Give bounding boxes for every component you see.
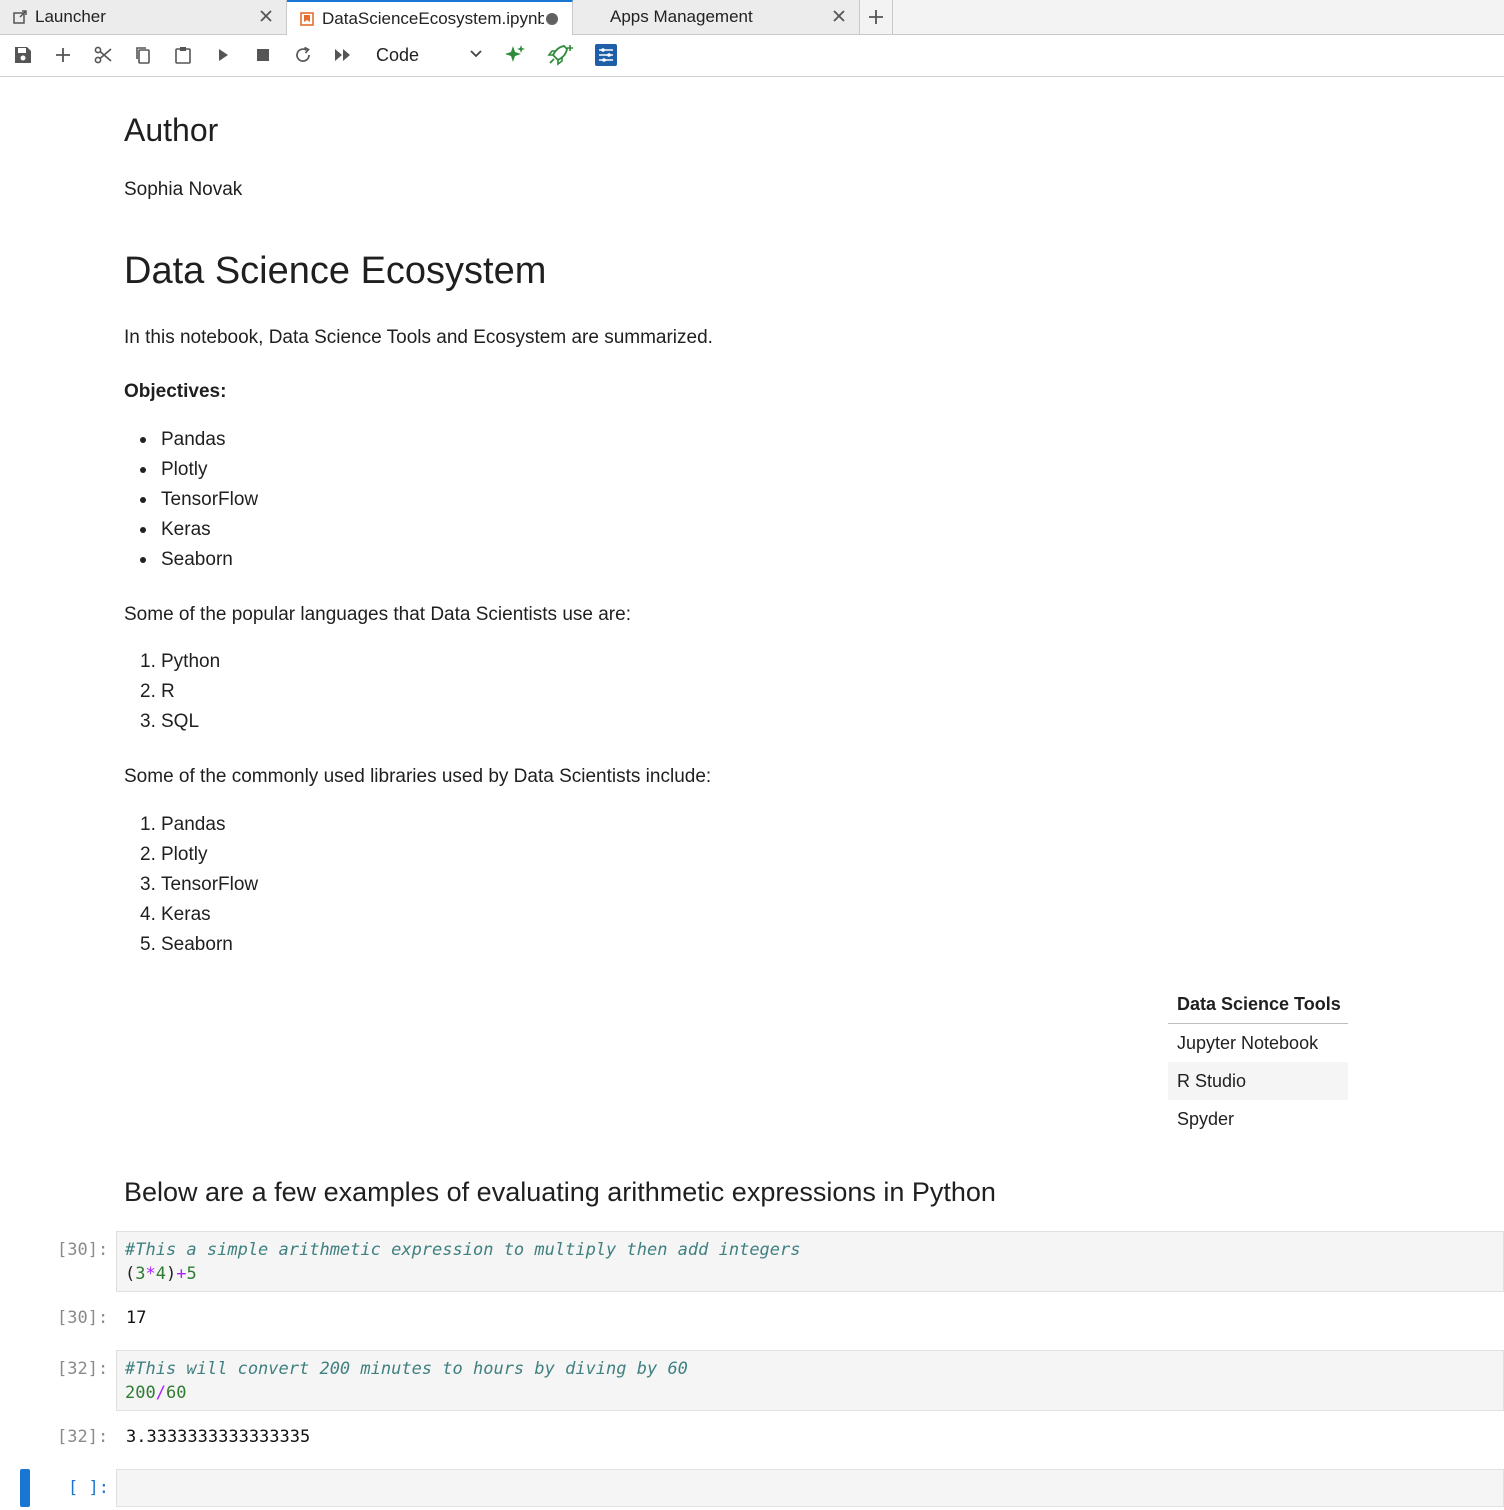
interrupt-button[interactable] bbox=[252, 44, 274, 66]
libraries-intro: Some of the commonly used libraries used… bbox=[124, 766, 712, 787]
table-row: R Studio bbox=[1168, 1062, 1348, 1100]
tab-label: Apps Management bbox=[610, 7, 753, 26]
code-line: 200/60 bbox=[125, 1383, 187, 1403]
cell-output: 17 bbox=[126, 1308, 147, 1328]
copy-button[interactable] bbox=[132, 44, 154, 66]
code-comment: #This a simple arithmetic expression to … bbox=[125, 1240, 801, 1260]
property-inspector-button[interactable] bbox=[595, 44, 617, 66]
objectives-label: Objectives: bbox=[124, 381, 227, 402]
code-cell-editor[interactable]: #This a simple arithmetic expression to … bbox=[116, 1231, 1504, 1292]
tab-launcher[interactable]: Launcher bbox=[0, 0, 287, 34]
notebook-toolbar: Code bbox=[0, 35, 1504, 77]
arithmetic-heading: Below are a few examples of evaluating a… bbox=[124, 1177, 996, 1207]
cell-type-select[interactable]: Code bbox=[376, 44, 486, 66]
external-link-icon bbox=[13, 10, 27, 24]
stop-icon bbox=[257, 49, 269, 61]
unsaved-dot-icon[interactable] bbox=[546, 13, 558, 25]
close-icon[interactable] bbox=[831, 8, 847, 24]
code-comment: #This will convert 200 minutes to hours … bbox=[125, 1359, 688, 1379]
cell-type-value: Code bbox=[376, 44, 420, 65]
languages-intro: Some of the popular languages that Data … bbox=[124, 604, 631, 625]
save-button[interactable] bbox=[12, 44, 34, 66]
table-row: Jupyter Notebook bbox=[1177, 1033, 1319, 1053]
close-icon[interactable] bbox=[258, 8, 274, 24]
scissors-icon bbox=[94, 46, 112, 64]
author-name: Sophia Novak bbox=[124, 179, 243, 200]
refresh-icon bbox=[296, 46, 310, 62]
table-row: Spyder bbox=[1177, 1109, 1235, 1129]
tools-table: Data Science Tools Jupyter Notebook R St… bbox=[1168, 985, 1348, 1138]
active-cell-indicator bbox=[20, 1469, 30, 1507]
fast-forward-icon bbox=[335, 49, 350, 61]
copy-icon bbox=[136, 47, 150, 64]
plus-icon bbox=[56, 48, 70, 62]
run-all-button[interactable] bbox=[332, 44, 354, 66]
paste-button[interactable] bbox=[172, 44, 194, 66]
run-button[interactable] bbox=[212, 44, 234, 66]
restart-button[interactable] bbox=[292, 44, 314, 66]
sparkle-icon bbox=[505, 45, 525, 62]
save-icon bbox=[15, 47, 31, 63]
notebook-title: Data Science Ecosystem bbox=[124, 250, 547, 292]
chevron-down-icon bbox=[470, 50, 482, 58]
intro-text: In this notebook, Data Science Tools and… bbox=[124, 327, 713, 348]
notebook-icon bbox=[300, 11, 314, 26]
tab-notebook[interactable]: DataScienceEcosystem.ipynb bbox=[287, 0, 573, 35]
code-line: (3*4)+5 bbox=[125, 1264, 197, 1284]
ai-assistant-button[interactable] bbox=[504, 44, 526, 66]
cell-output: 3.3333333333333335 bbox=[126, 1427, 311, 1447]
settings-list-icon bbox=[595, 44, 617, 66]
tab-bar: Launcher DataScienceEcosystem.ipynb Apps… bbox=[0, 0, 1504, 35]
tab-label: DataScienceEcosystem.ipynb bbox=[322, 8, 544, 28]
tab-apps-management[interactable]: Apps Management bbox=[573, 0, 860, 34]
author-heading: Author bbox=[124, 112, 219, 148]
code-cell-editor[interactable]: #This will convert 200 minutes to hours … bbox=[116, 1350, 1504, 1411]
tab-label: Launcher bbox=[35, 7, 106, 26]
play-icon bbox=[219, 49, 228, 61]
input-prompt: [30]: bbox=[57, 1240, 109, 1260]
input-prompt: [32]: bbox=[57, 1359, 109, 1379]
input-prompt: [ ]: bbox=[68, 1478, 109, 1498]
output-prompt: [30]: bbox=[57, 1308, 109, 1328]
insert-cell-button[interactable] bbox=[52, 44, 74, 66]
cut-button[interactable] bbox=[92, 44, 114, 66]
rocket-icon bbox=[547, 45, 573, 66]
plus-icon bbox=[869, 10, 883, 24]
code-cell-editor[interactable] bbox=[116, 1469, 1504, 1507]
clipboard-icon bbox=[175, 47, 191, 64]
new-tab-button[interactable] bbox=[860, 0, 893, 34]
table-header: Data Science Tools bbox=[1168, 985, 1348, 1024]
output-prompt: [32]: bbox=[57, 1427, 109, 1447]
deploy-button[interactable] bbox=[546, 44, 574, 66]
